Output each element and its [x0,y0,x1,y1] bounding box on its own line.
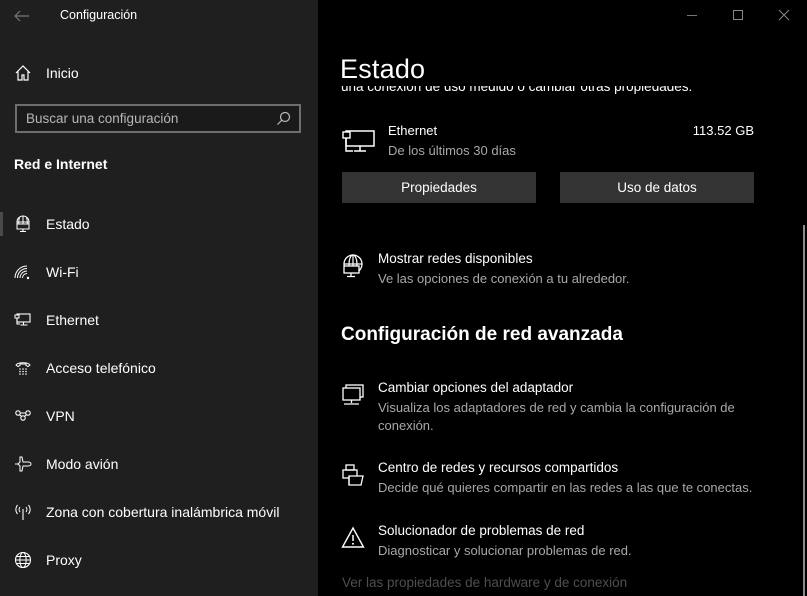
sidebar-item-label: Proxy [46,552,82,568]
wifi-icon [14,263,32,281]
back-arrow-icon [14,10,29,22]
search-icon[interactable] [275,111,291,127]
back-button[interactable] [8,2,36,30]
sidebar-item-vpn[interactable]: VPN [0,392,318,440]
vpn-icon [14,407,32,425]
settings-search-box[interactable] [15,104,301,133]
sidebar-home-link[interactable]: Inicio [14,62,79,84]
sidebar-item-label: Estado [46,216,90,232]
clipped-description: una conexión de uso medido o cambiar otr… [341,86,692,96]
window-controls [669,0,807,30]
app-title: Configuración [60,8,138,22]
sidebar-item-acceso-telefonico[interactable]: Acceso telefónico [0,344,318,392]
ethernet-adapter-icon [342,125,376,155]
link-title: Mostrar redes disponibles [378,251,533,266]
warning-icon [340,525,366,551]
clipped-description-text: una conexión de uso medido o cambiar otr… [341,86,693,94]
sidebar-item-modo-avion[interactable]: Modo avión [0,440,318,488]
close-button[interactable] [761,0,807,30]
link-description: Diagnosticar y solucionar problemas de r… [378,543,632,558]
hardware-properties-link[interactable]: Ver las propiedades de hardware y de con… [342,575,627,590]
sidebar-item-label: Zona con cobertura inalámbrica móvil [46,504,280,520]
close-icon [778,9,790,21]
minimize-icon [687,15,697,16]
home-label: Inicio [46,65,79,81]
globe-icon [14,551,32,569]
dialup-phone-icon [14,359,32,377]
sidebar-section-title: Red e Internet [14,156,108,172]
link-title: Cambiar opciones del adaptador [378,380,574,395]
ethernet-usage-row: Ethernet De los últimos 30 días 113.52 G… [342,122,754,162]
minimize-button[interactable] [669,0,715,30]
sidebar-item-label: Acceso telefónico [46,360,156,376]
link-description: Ve las opciones de conexión a tu alreded… [378,271,630,286]
sidebar-item-wifi[interactable]: Wi-Fi [0,248,318,296]
sidebar-item-label: Modo avión [46,456,119,472]
sidebar-item-label: VPN [46,408,75,424]
sidebar-item-label: Ethernet [46,312,99,328]
maximize-icon [733,10,743,20]
ethernet-data-used: 113.52 GB [692,123,754,138]
link-description: Decide qué quieres compartir en las rede… [378,480,753,495]
sidebar-nav: Estado Wi-Fi Ethernet Acceso telefónico … [0,200,318,584]
main-content: Estado una conexión de uso medido o camb… [318,0,807,596]
airplane-icon [14,455,32,473]
ethernet-icon [14,311,32,329]
search-input[interactable] [26,111,275,126]
sidebar-item-zona-cobertura[interactable]: Zona con cobertura inalámbrica móvil [0,488,318,536]
ethernet-period: De los últimos 30 días [388,143,516,158]
sidebar: Configuración Inicio Red e Internet Esta… [0,0,318,596]
home-icon [14,64,32,82]
sidebar-item-estado[interactable]: Estado [0,200,318,248]
adapter-monitor-icon [340,382,366,408]
link-description: Visualiza los adaptadores de red y cambi… [378,400,735,433]
link-title: Solucionador de problemas de red [378,523,585,538]
ethernet-name: Ethernet [388,123,438,138]
data-usage-button[interactable]: Uso de datos [560,172,754,203]
sidebar-item-ethernet[interactable]: Ethernet [0,296,318,344]
mobile-hotspot-icon [14,503,32,521]
maximize-button[interactable] [715,0,761,30]
sidebar-item-label: Wi-Fi [46,264,79,280]
properties-button[interactable]: Propiedades [342,172,536,203]
scrollbar[interactable] [803,225,805,596]
link-title: Centro de redes y recursos compartidos [378,460,619,475]
printer-folder-icon [340,462,366,488]
network-status-icon [14,215,32,233]
advanced-settings-heading: Configuración de red avanzada [341,324,623,345]
page-title: Estado [340,54,426,84]
network-globe-icon [340,253,366,279]
sidebar-item-proxy[interactable]: Proxy [0,536,318,584]
